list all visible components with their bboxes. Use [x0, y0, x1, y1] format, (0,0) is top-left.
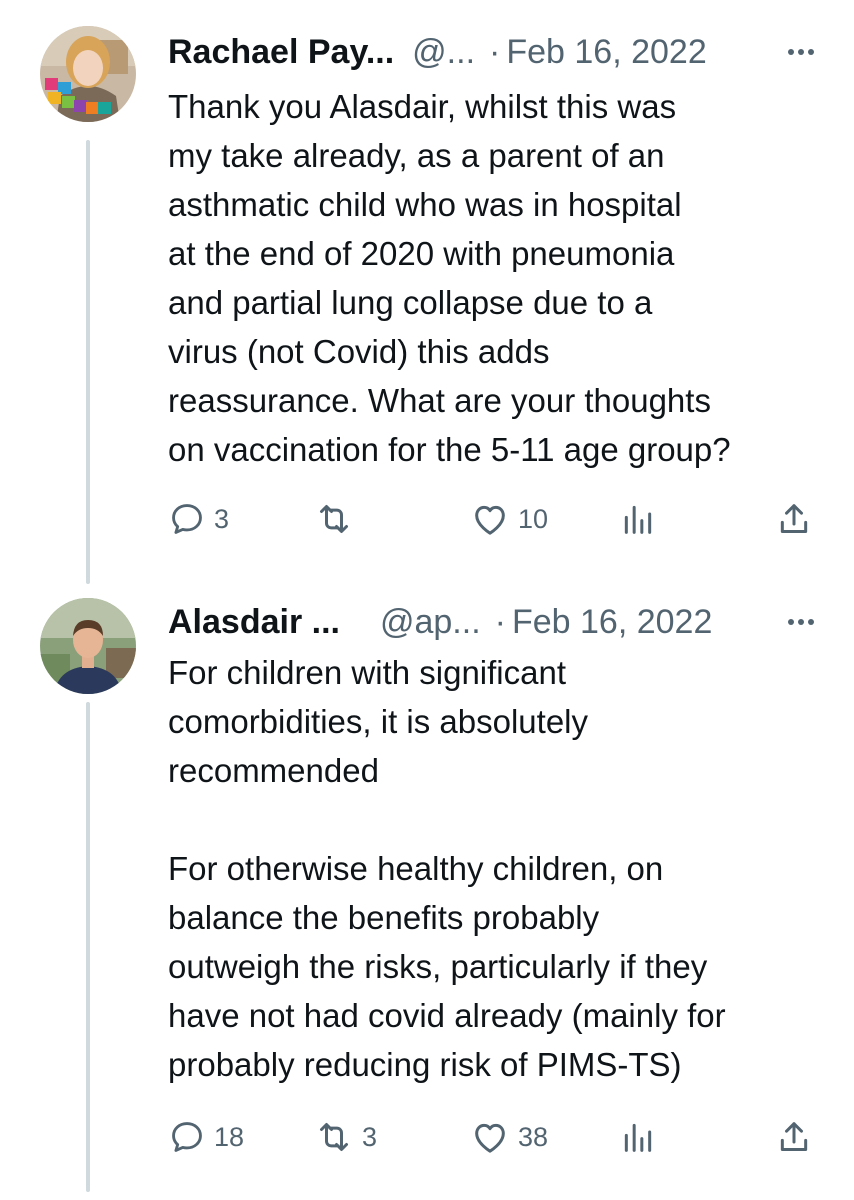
tweet-text: For children with significant comorbidit… [168, 654, 726, 1083]
like-button[interactable]: 10 [470, 494, 548, 544]
share-button[interactable] [774, 494, 814, 544]
thread-line [86, 140, 90, 584]
separator: · [489, 32, 501, 71]
action-bar: 18 3 38 [168, 1112, 814, 1162]
profile-photo [40, 26, 136, 122]
share-upload-icon [780, 1122, 808, 1151]
like-button[interactable]: 38 [470, 1112, 548, 1162]
tweet-text: Thank you Alasdair, whilst this was my t… [168, 88, 731, 468]
speech-bubble-icon [172, 1122, 202, 1152]
bar-chart-icon [624, 505, 652, 534]
repost-arrows-icon [320, 1123, 348, 1151]
thread-line [86, 702, 90, 1192]
post-date[interactable]: Feb 16, 2022 [506, 33, 706, 72]
like-count: 10 [518, 503, 549, 534]
avatar[interactable] [40, 26, 136, 122]
speech-bubble-icon [172, 504, 202, 534]
repost-button[interactable] [314, 494, 362, 544]
tweet-header: Rachael Pay... @... · Feb 16, 2022 [168, 28, 814, 76]
bar-chart-icon [624, 1123, 652, 1152]
more-dots-icon[interactable] [778, 41, 814, 63]
avatar[interactable] [40, 598, 136, 694]
post-date[interactable]: Feb 16, 2022 [512, 603, 712, 642]
repost-arrows-icon [320, 505, 348, 533]
views-button[interactable] [618, 1112, 658, 1162]
share-button[interactable] [774, 1112, 814, 1162]
heart-icon [475, 1123, 505, 1153]
heart-icon [475, 505, 505, 535]
reply-button[interactable]: 18 [168, 1112, 244, 1162]
reply-count: 3 [214, 503, 230, 534]
author-name[interactable]: Rachael Pay... [168, 33, 394, 72]
action-bar: 3 10 [168, 494, 814, 544]
tweet-header: Alasdair ... @ap... · Feb 16, 2022 [168, 598, 814, 646]
like-count: 38 [518, 1121, 549, 1152]
share-upload-icon [780, 504, 808, 533]
author-handle[interactable]: @ap... [380, 603, 481, 642]
reply-count: 18 [214, 1121, 245, 1152]
profile-photo [40, 598, 136, 694]
more-dots-icon[interactable] [778, 611, 814, 633]
author-handle[interactable]: @... [412, 33, 475, 72]
repost-count: 3 [362, 1121, 378, 1152]
author-name[interactable]: Alasdair ... [168, 603, 340, 642]
reply-button[interactable]: 3 [168, 494, 229, 544]
views-button[interactable] [618, 494, 658, 544]
separator: · [494, 602, 506, 641]
repost-button[interactable]: 3 [314, 1112, 377, 1162]
